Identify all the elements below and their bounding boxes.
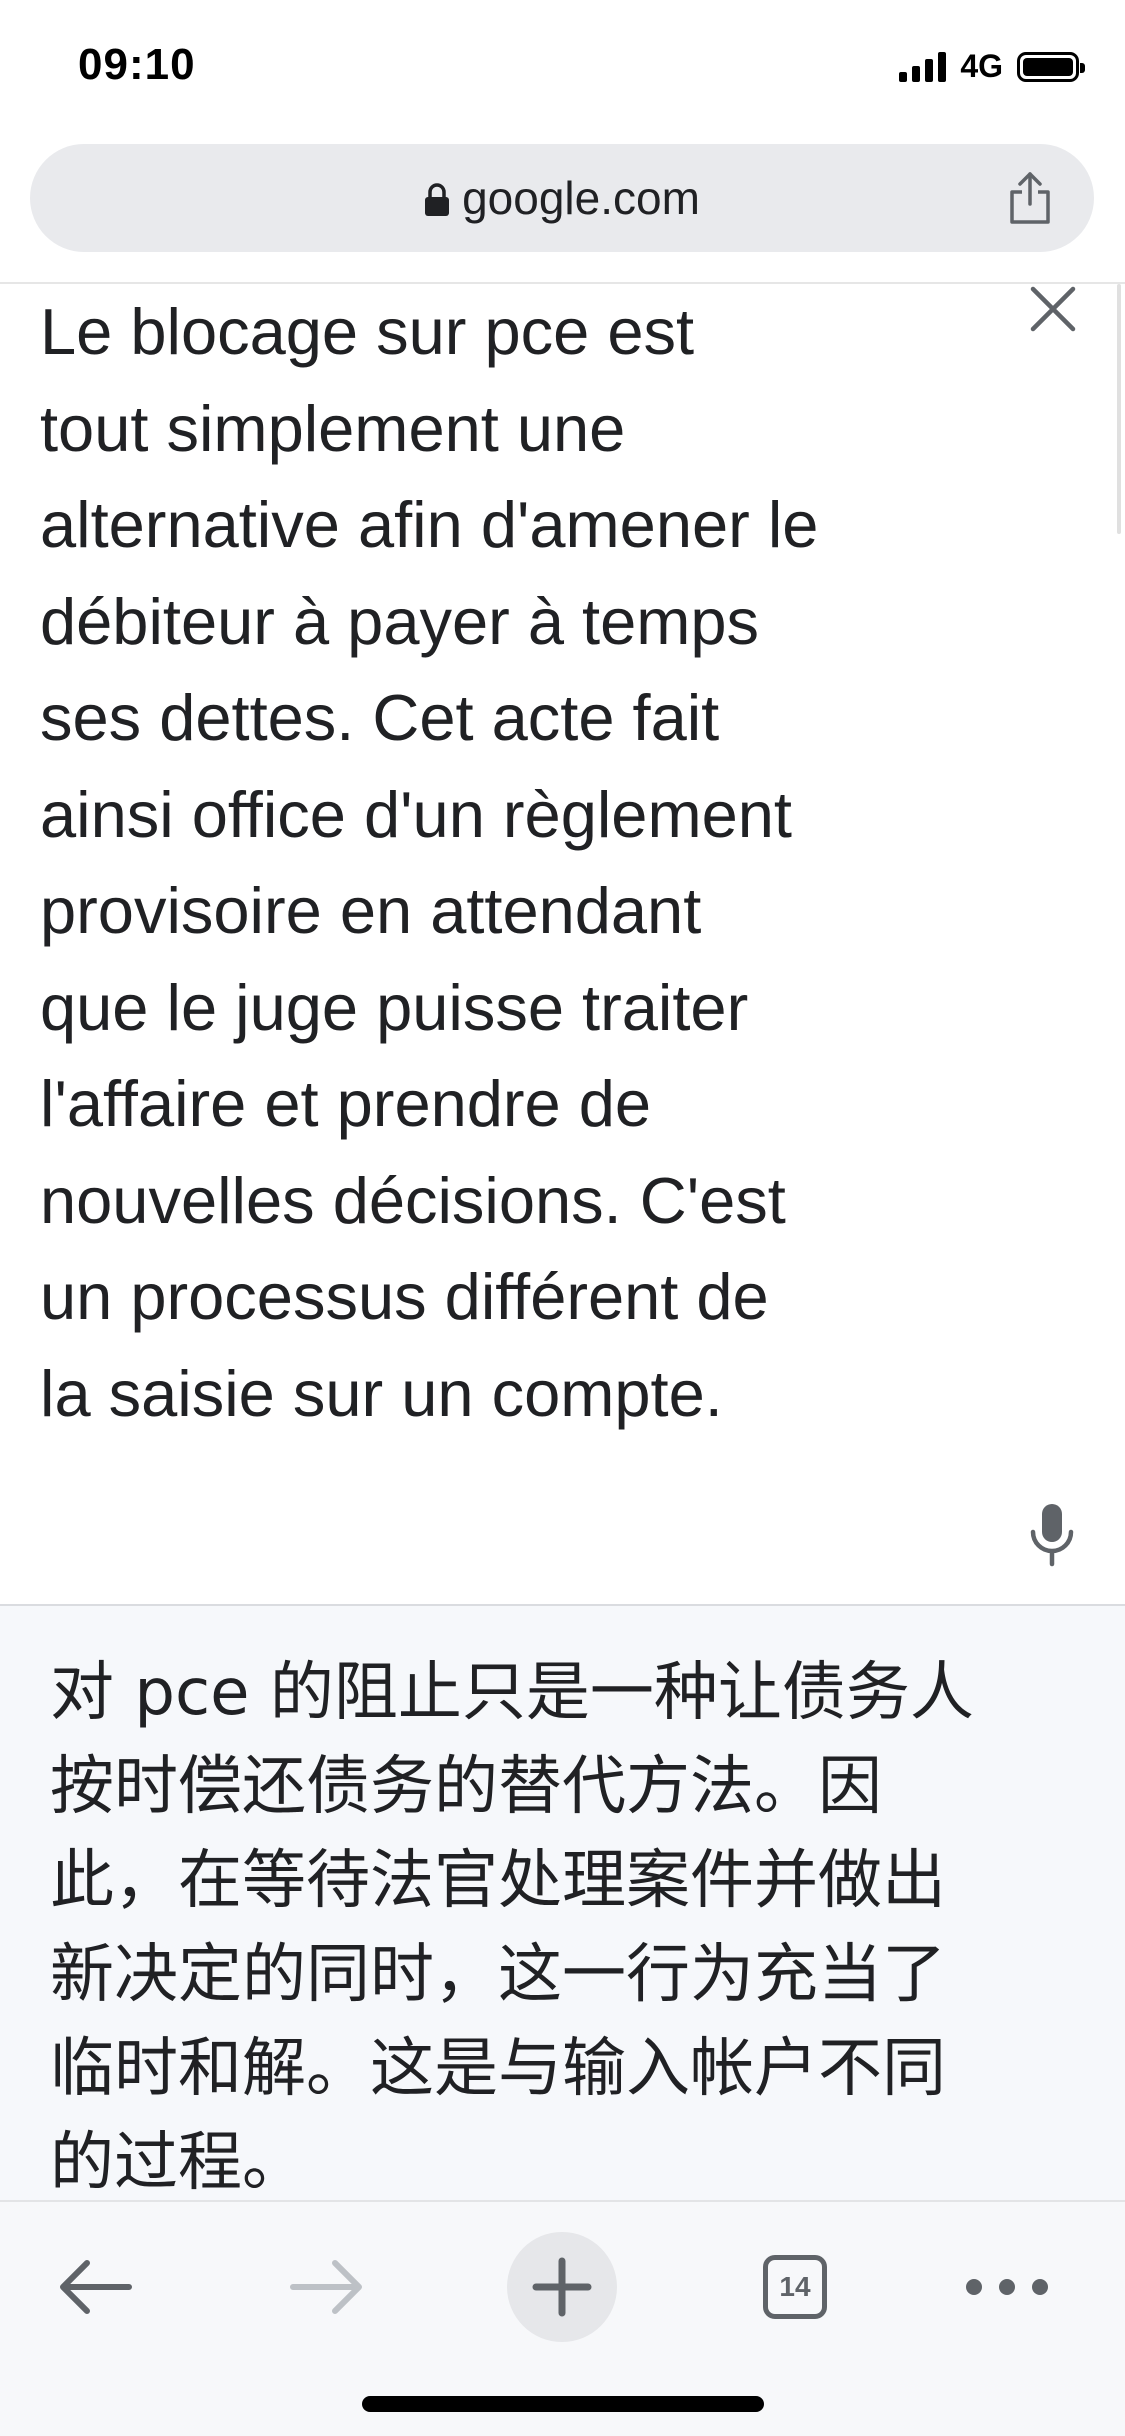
- source-line: la saisie sur un compte.: [40, 1356, 723, 1430]
- battery-icon: [1017, 51, 1085, 82]
- tab-switcher-button[interactable]: 14: [740, 2232, 850, 2342]
- source-line: provisoire en attendant: [40, 874, 702, 947]
- source-line: ainsi office d'un règlement: [40, 777, 792, 851]
- plus-icon: [532, 2257, 592, 2317]
- translation-line: 此，在等待法官处理案件并做出: [50, 1844, 946, 1918]
- battery-level: [1023, 57, 1073, 76]
- home-indicator[interactable]: [362, 2396, 764, 2412]
- source-line: que le juge puisse traiter: [40, 970, 749, 1044]
- translation-line: 的过程。: [50, 2126, 306, 2200]
- back-arrow-icon: [60, 2260, 132, 2314]
- more-menu-button[interactable]: [952, 2232, 1062, 2342]
- source-line: tout simplement une: [40, 391, 626, 465]
- status-time: 09:10: [78, 40, 196, 89]
- source-text-panel[interactable]: Le blocage sur pce est tout simplement u…: [0, 284, 1125, 1604]
- new-tab-circle: [507, 2232, 617, 2342]
- translation-line: 按时偿还债务的替代方法。因: [50, 1750, 882, 1824]
- url-text[interactable]: google.com: [462, 171, 700, 225]
- source-line: débiteur à payer à temps: [40, 584, 760, 658]
- more-dots-icon: [966, 2279, 1048, 2295]
- source-line: ses dettes. Cet acte fait: [40, 681, 720, 754]
- network-type: 4G: [960, 48, 1003, 84]
- back-button[interactable]: [40, 2232, 150, 2342]
- forward-button[interactable]: [272, 2232, 382, 2342]
- address-bar[interactable]: google.com: [30, 144, 1094, 252]
- translation-result-panel[interactable]: 对 pce 的阻止只是一种让债务人 按时偿还债务的替代方法。因 此，在等待法官处…: [0, 1606, 1125, 2200]
- new-tab-button[interactable]: [507, 2232, 617, 2342]
- microphone-icon[interactable]: [1028, 1502, 1076, 1568]
- source-line: l'affaire et prendre de: [40, 1067, 652, 1140]
- close-icon[interactable]: [1028, 284, 1078, 334]
- source-line: alternative afin d'amener le: [40, 488, 819, 561]
- translation-text[interactable]: 对 pce 的阻止只是一种让债务人 按时偿还债务的替代方法。因 此，在等待法官处…: [50, 1646, 1080, 2200]
- source-line: Le blocage sur pce est: [40, 295, 695, 368]
- translation-line: 对 pce 的阻止只是一种让债务人: [50, 1656, 974, 1730]
- address-display[interactable]: google.com: [30, 144, 1094, 252]
- translation-line: 临时和解。这是与输入帐户不同: [50, 2032, 946, 2106]
- share-icon[interactable]: [1006, 170, 1054, 226]
- battery-tip: [1080, 62, 1085, 73]
- translation-line: 新决定的同时，这一行为充当了: [50, 1938, 946, 2012]
- source-line: nouvelles décisions. C'est: [40, 1163, 786, 1237]
- signal-strength-icon: [899, 51, 947, 82]
- browser-screen: 09:10 4G google.com Le blocage sur pce e…: [0, 0, 1125, 2436]
- tab-switcher-icon: 14: [763, 2255, 827, 2319]
- source-text[interactable]: Le blocage sur pce est tout simplement u…: [40, 284, 960, 1442]
- status-indicators: 4G: [899, 48, 1085, 85]
- source-line: un processus différent de: [40, 1260, 769, 1333]
- forward-arrow-icon: [290, 2260, 362, 2314]
- lock-icon: [425, 183, 450, 216]
- scrollbar[interactable]: [1117, 284, 1121, 534]
- status-bar: 09:10 4G: [0, 0, 1125, 140]
